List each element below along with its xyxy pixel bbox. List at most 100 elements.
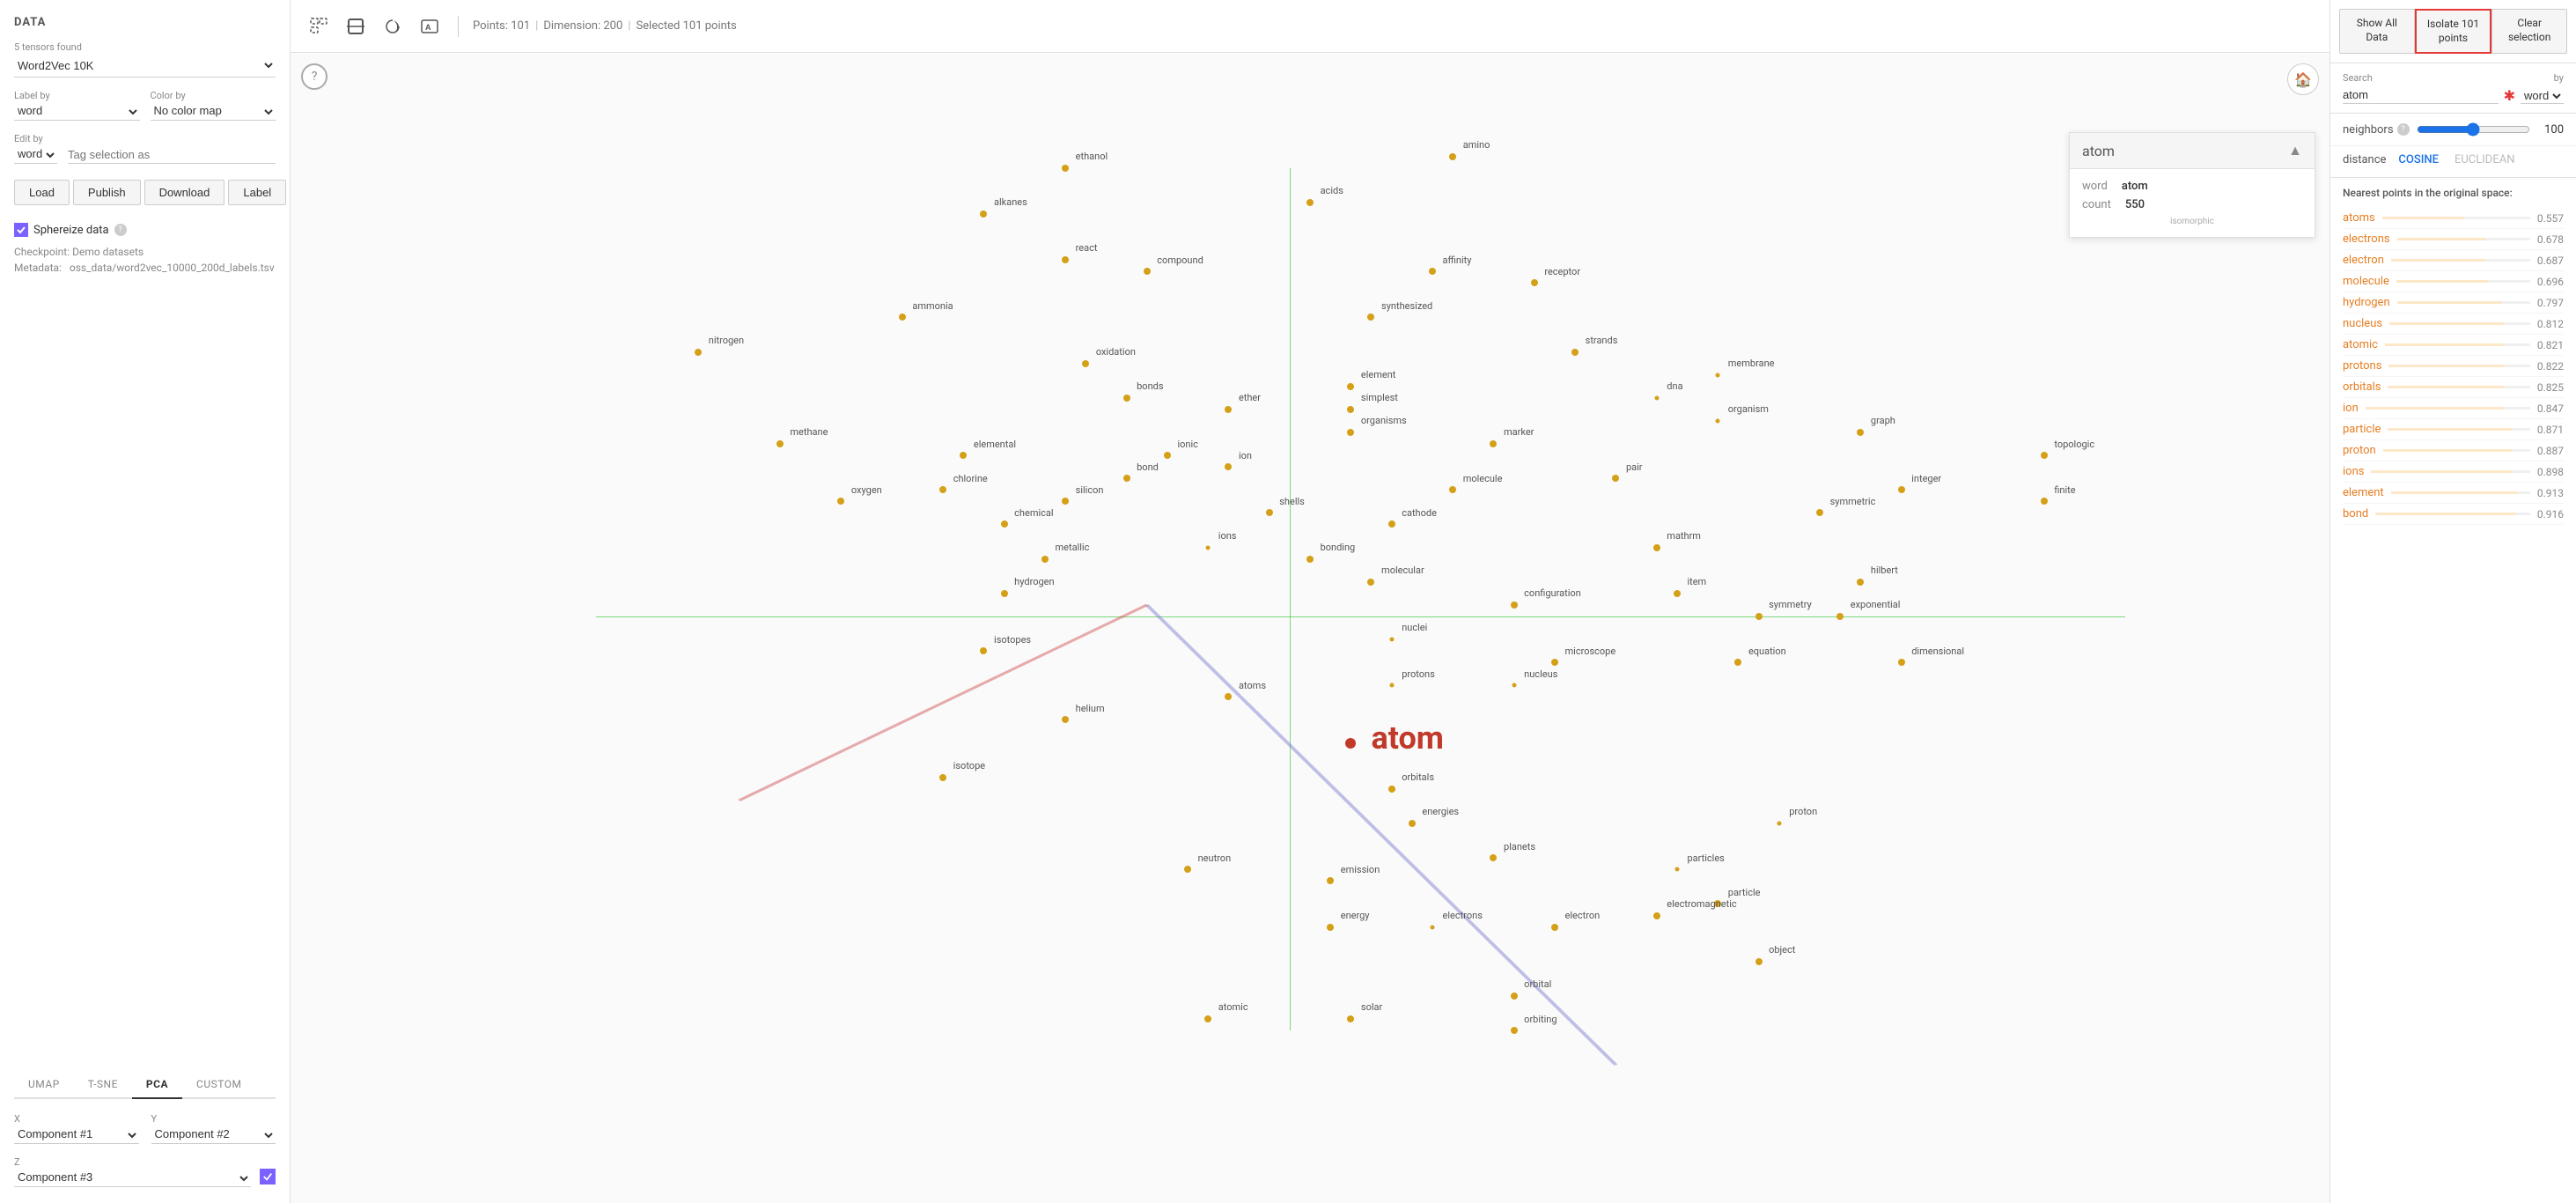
- scatter-label[interactable]: solar: [1361, 1001, 1382, 1013]
- night-mode-icon[interactable]: [379, 12, 407, 41]
- nearest-word-link[interactable]: ion: [2343, 402, 2359, 415]
- scatter-label[interactable]: cathode: [1402, 507, 1437, 519]
- color-by-select[interactable]: No color map: [151, 103, 276, 121]
- help-button[interactable]: ?: [301, 63, 328, 90]
- popup-close-button[interactable]: ▲: [2288, 142, 2302, 159]
- search-by-select[interactable]: word: [2521, 88, 2564, 104]
- scatter-label[interactable]: bonding: [1321, 542, 1356, 553]
- scatter-label-atom[interactable]: atom: [1371, 720, 1443, 756]
- scatter-label[interactable]: metallic: [1056, 542, 1090, 553]
- scatter-label[interactable]: marker: [1504, 426, 1534, 438]
- nearest-word-link[interactable]: proton: [2343, 444, 2376, 457]
- nearest-word-link[interactable]: hydrogen: [2343, 296, 2390, 309]
- scatter-label[interactable]: molecule: [1463, 473, 1503, 484]
- neighbors-help-icon[interactable]: ?: [2397, 123, 2410, 136]
- scatter-label[interactable]: equation: [1748, 646, 1786, 657]
- download-button[interactable]: Download: [144, 180, 225, 205]
- dataset-select[interactable]: Word2Vec 10K: [14, 58, 276, 73]
- scatter-label[interactable]: energy: [1341, 910, 1370, 921]
- scatter-label[interactable]: integer: [1911, 473, 1941, 484]
- scatter-label[interactable]: dna: [1667, 380, 1682, 392]
- scatter-label[interactable]: orbiting: [1524, 1014, 1557, 1025]
- scatter-label[interactable]: isotopes: [994, 634, 1031, 646]
- scatter-label[interactable]: receptor: [1544, 266, 1580, 277]
- tab-tsne[interactable]: T-SNE: [74, 1071, 132, 1099]
- nearest-word-link[interactable]: element: [2343, 486, 2384, 499]
- scatter-label[interactable]: ammonia: [912, 300, 953, 312]
- selection-tool-icon[interactable]: [305, 12, 333, 41]
- scatter-label[interactable]: symmetric: [1830, 496, 1876, 507]
- scatter-label[interactable]: orbital: [1524, 978, 1551, 990]
- nearest-word-link[interactable]: nucleus: [2343, 317, 2382, 330]
- publish-button[interactable]: Publish: [73, 180, 141, 205]
- scatter-label[interactable]: symmetry: [1769, 599, 1812, 610]
- scatter-label[interactable]: element: [1361, 369, 1396, 380]
- scatter-label[interactable]: pair: [1626, 461, 1643, 473]
- nearest-word-link[interactable]: electrons: [2343, 232, 2390, 246]
- z-axis-select[interactable]: Component #3: [14, 1170, 251, 1187]
- scatter-label[interactable]: nuclei: [1402, 622, 1427, 633]
- tab-umap[interactable]: UMAP: [14, 1071, 74, 1099]
- edit-by-select[interactable]: word: [14, 146, 57, 164]
- z-axis-checkbox[interactable]: [260, 1169, 276, 1185]
- scatter-label[interactable]: atomic: [1218, 1001, 1248, 1013]
- y-axis-select[interactable]: Component #2: [151, 1126, 276, 1144]
- euclidean-option[interactable]: EUCLIDEAN: [2451, 151, 2519, 168]
- label-by-select[interactable]: word: [14, 103, 140, 121]
- scatter-label[interactable]: ions: [1218, 530, 1237, 542]
- cosine-option[interactable]: COSINE: [2395, 151, 2442, 168]
- scatter-label[interactable]: electromagnetic: [1667, 898, 1736, 910]
- nearest-word-link[interactable]: molecule: [2343, 275, 2389, 288]
- scatter-label[interactable]: mathrm: [1667, 530, 1701, 542]
- scatter-label[interactable]: electron: [1565, 910, 1601, 921]
- x-axis-select[interactable]: Component #1: [14, 1126, 139, 1144]
- scatter-label[interactable]: protons: [1402, 668, 1435, 680]
- scatter-label[interactable]: configuration: [1524, 587, 1581, 599]
- clear-selection-button[interactable]: Clear selection: [2491, 9, 2567, 54]
- scatter-label[interactable]: alkanes: [994, 196, 1027, 208]
- scatter-label[interactable]: bonds: [1137, 380, 1163, 392]
- scatter-label[interactable]: proton: [1789, 806, 1817, 817]
- scatter-label[interactable]: chlorine: [953, 473, 988, 484]
- scatter-label[interactable]: ether: [1239, 392, 1261, 403]
- scatter-label[interactable]: atoms: [1239, 680, 1266, 691]
- scatter-label[interactable]: orbitals: [1402, 771, 1434, 783]
- scatter-label[interactable]: methane: [790, 426, 828, 438]
- scatter-label[interactable]: emission: [1341, 864, 1380, 875]
- scatter-label[interactable]: molecular: [1381, 565, 1424, 576]
- sphereize-help-icon[interactable]: ?: [114, 224, 127, 236]
- scatter-label[interactable]: bond: [1137, 461, 1159, 473]
- scatter-label[interactable]: exponential: [1851, 599, 1901, 610]
- scatter-label[interactable]: affinity: [1443, 255, 1472, 266]
- scatter-label[interactable]: compound: [1157, 255, 1203, 266]
- nearest-word-link[interactable]: ions: [2343, 465, 2364, 478]
- scatter-label[interactable]: electrons: [1443, 910, 1483, 921]
- scatter-label[interactable]: silicon: [1076, 484, 1104, 496]
- scatter-label[interactable]: amino: [1463, 139, 1490, 151]
- scatter-label[interactable]: simplest: [1361, 392, 1398, 403]
- scatter-label[interactable]: organisms: [1361, 415, 1407, 426]
- label-button[interactable]: Label: [228, 180, 286, 205]
- scatter-label[interactable]: nitrogen: [709, 335, 744, 346]
- nearest-word-link[interactable]: electron: [2343, 254, 2384, 267]
- text-labels-icon[interactable]: A: [416, 12, 444, 41]
- scatter-label[interactable]: organism: [1728, 403, 1769, 415]
- scatter-label[interactable]: dimensional: [1911, 646, 1964, 657]
- scatter-label[interactable]: chemical: [1014, 507, 1053, 519]
- scatter-label[interactable]: particles: [1687, 852, 1724, 864]
- scatter-label[interactable]: energies: [1422, 806, 1459, 817]
- nearest-word-link[interactable]: atomic: [2343, 338, 2378, 351]
- tab-custom[interactable]: CUSTOM: [182, 1071, 255, 1099]
- scatter-label[interactable]: ethanol: [1076, 151, 1108, 162]
- scatter-label[interactable]: ion: [1239, 450, 1252, 461]
- nearest-word-link[interactable]: atoms: [2343, 211, 2375, 225]
- scatter-label[interactable]: membrane: [1728, 358, 1775, 369]
- nearest-word-link[interactable]: bond: [2343, 507, 2368, 520]
- scatter-label[interactable]: helium: [1076, 703, 1105, 714]
- scatter-label[interactable]: neutron: [1198, 852, 1232, 864]
- scatter-label[interactable]: isotope: [953, 760, 985, 771]
- scatter-label[interactable]: topologic: [2054, 439, 2094, 450]
- nearest-word-link[interactable]: particle: [2343, 423, 2381, 436]
- scatter-label[interactable]: oxygen: [851, 484, 882, 496]
- search-input[interactable]: [2343, 88, 2499, 104]
